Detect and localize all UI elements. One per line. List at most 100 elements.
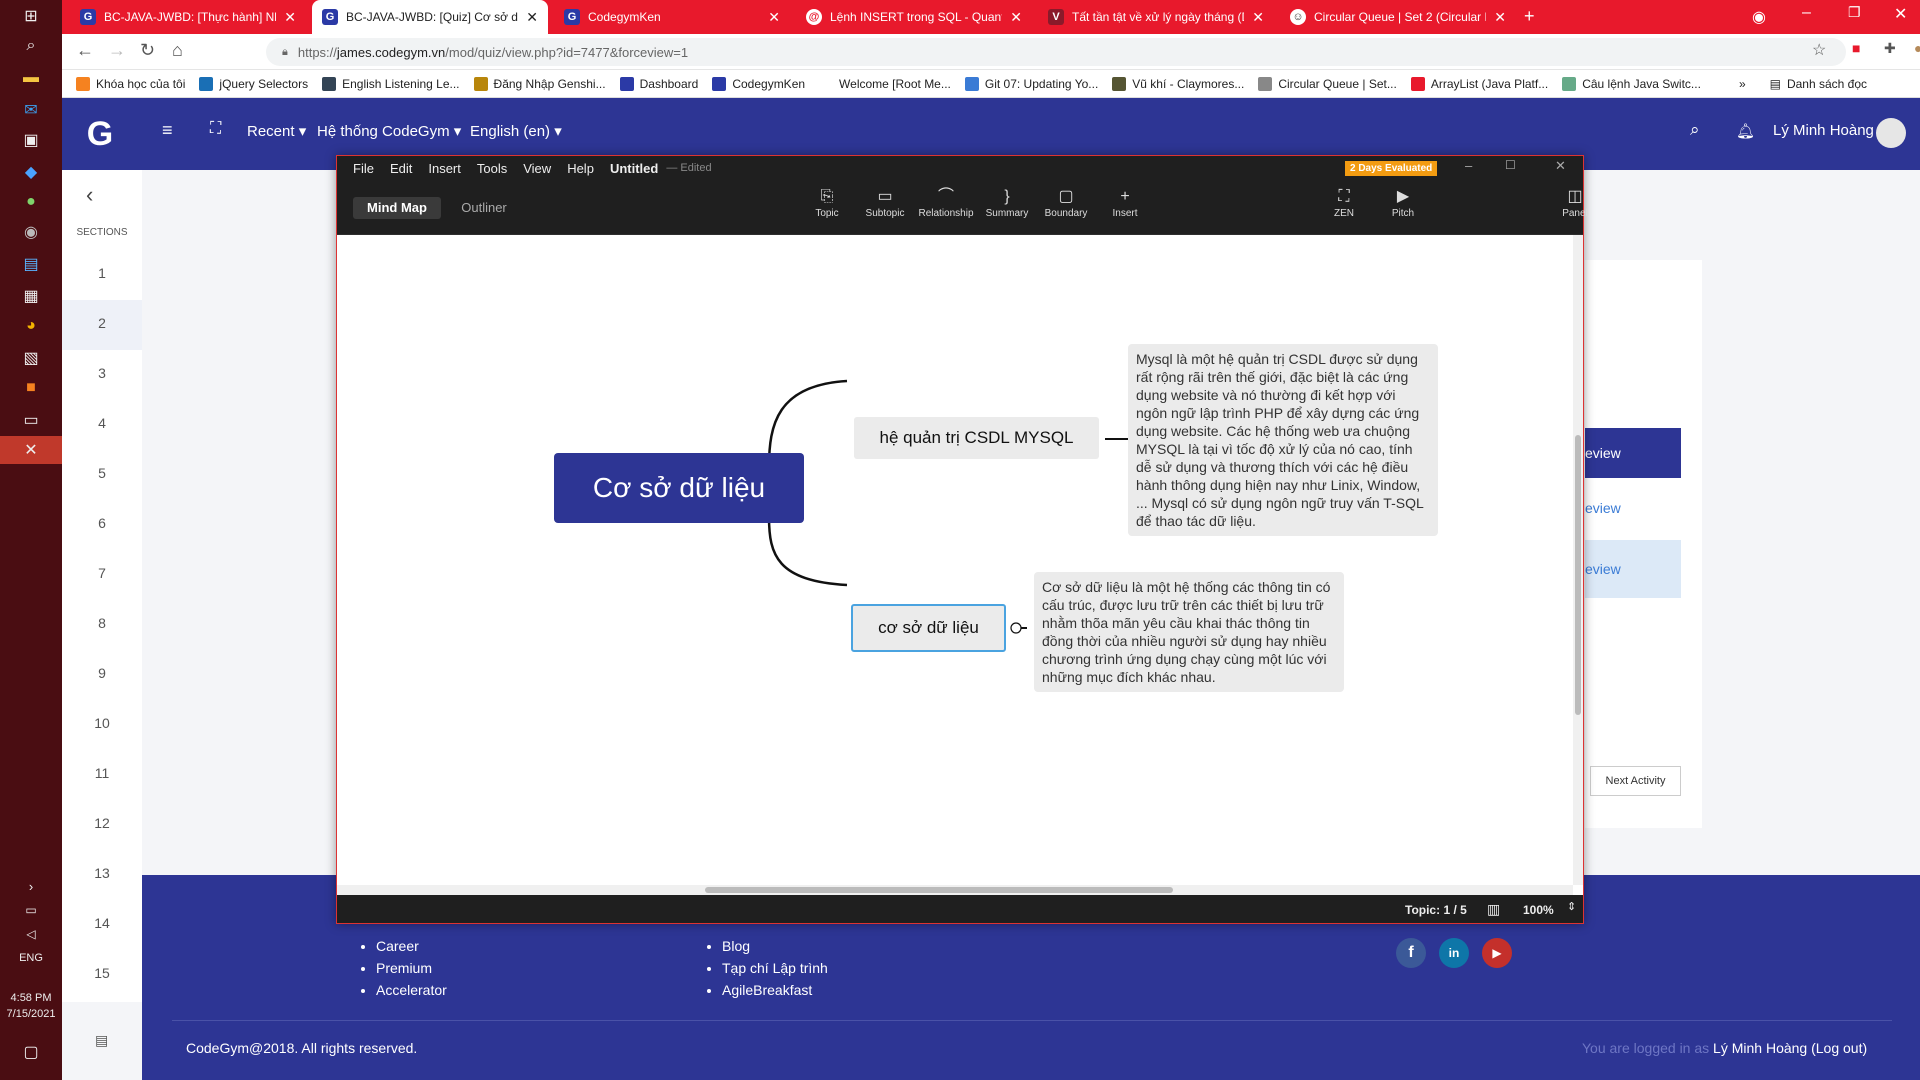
bookmark-item[interactable]: CodegymKen	[712, 76, 805, 91]
section-link[interactable]: 13	[62, 865, 142, 881]
central-topic[interactable]: Cơ sở dữ liệu	[554, 453, 804, 523]
clock-date[interactable]: 7/15/2021	[0, 1008, 62, 1020]
collapse-toggle[interactable]	[1010, 622, 1022, 634]
menu-help[interactable]: Help	[567, 161, 594, 176]
horizontal-scrollbar[interactable]	[337, 885, 1573, 895]
footer-link[interactable]: Career	[376, 935, 447, 957]
menu-tools[interactable]: Tools	[477, 161, 507, 176]
chrome-icon[interactable]: ◕	[19, 314, 43, 338]
minimize-browser-icon[interactable]: –	[1802, 4, 1811, 22]
tab-mind-map[interactable]: Mind Map	[353, 197, 441, 219]
reading-list[interactable]: ▤ Danh sách đọc	[1770, 77, 1867, 91]
app-green-icon[interactable]: ●	[19, 190, 43, 214]
bookmark-item[interactable]: jQuery Selectors	[199, 76, 308, 91]
bookmark-star-icon[interactable]: ☆	[1812, 40, 1826, 60]
bookmark-item[interactable]: Circular Queue | Set...	[1258, 76, 1397, 91]
menu-insert[interactable]: Insert	[428, 161, 461, 176]
review-item-active[interactable]: eview	[1585, 428, 1681, 478]
linkedin-icon[interactable]: in	[1439, 938, 1469, 968]
section-link[interactable]: 12	[62, 815, 142, 831]
new-tab-button[interactable]: +	[1524, 6, 1535, 27]
hamburger-icon[interactable]: ≡	[162, 120, 173, 141]
search-icon[interactable]: ⌕	[19, 34, 43, 58]
bookmark-item[interactable]: English Listening Le...	[322, 76, 460, 91]
close-browser-icon[interactable]: ✕	[1894, 4, 1907, 24]
close-window-icon[interactable]: ✕	[1555, 158, 1566, 174]
logout-link[interactable]: (Log out)	[1811, 1040, 1867, 1056]
mail-icon[interactable]: ✉	[19, 98, 43, 122]
browser-tab[interactable]: G BC-JAVA-JWBD: [Thực hành] Nhậ ✕	[70, 0, 306, 34]
home-icon[interactable]: ⌂	[172, 40, 183, 61]
avatar[interactable]	[1876, 118, 1906, 148]
vscode-icon[interactable]: ◆	[19, 160, 43, 184]
chevron-up-icon[interactable]: ›	[19, 874, 43, 898]
review-link[interactable]: eview	[1585, 500, 1681, 520]
summary-button[interactable]: } Summary	[975, 186, 1039, 219]
section-link[interactable]: 3	[62, 365, 142, 381]
codegym-system-menu[interactable]: Hệ thống CodeGym ▾	[317, 122, 461, 140]
minimize-icon[interactable]: –	[1465, 158, 1472, 173]
section-link[interactable]: 10	[62, 715, 142, 731]
section-link[interactable]: 4	[62, 415, 142, 431]
book-icon[interactable]: ▥	[1487, 901, 1500, 918]
fullscreen-icon[interactable]: ⛶	[210, 120, 221, 138]
app-circle-icon[interactable]: ◉	[19, 220, 43, 244]
clock-time[interactable]: 4:58 PM	[0, 992, 62, 1004]
note-database[interactable]: Cơ sở dữ liệu là một hệ thống các thông …	[1034, 572, 1344, 692]
panel-button[interactable]: ◫ Panel	[1543, 186, 1607, 219]
archive-icon[interactable]: ▤	[95, 1032, 108, 1049]
topic-database-selected[interactable]: cơ sở dữ liệu	[851, 604, 1006, 652]
relationship-button[interactable]: ⌒ Relationship	[914, 186, 978, 219]
topic-button[interactable]: ⎘ Topic	[795, 186, 859, 219]
logged-in-user-link[interactable]: Lý Minh Hoàng	[1713, 1040, 1807, 1056]
bookmark-item[interactable]: Khóa học của tôi	[76, 76, 185, 91]
section-link[interactable]: 5	[62, 465, 142, 481]
bookmark-item[interactable]: Git 07: Updating Yo...	[964, 76, 1098, 91]
back-icon[interactable]: ←	[76, 40, 94, 61]
url-field[interactable]: 🔒︎ https://james.codegym.vn/mod/quiz/vie…	[266, 38, 1846, 66]
section-link[interactable]: 14	[62, 915, 142, 931]
battery-icon[interactable]: ▭	[19, 898, 43, 922]
section-link[interactable]: 1	[62, 265, 142, 281]
close-tab-icon[interactable]: ✕	[284, 9, 296, 26]
bookmarks-overflow[interactable]: »	[1739, 77, 1746, 91]
restore-browser-icon[interactable]: ❐	[1848, 4, 1861, 21]
footer-link[interactable]: Accelerator	[376, 979, 447, 1001]
section-link[interactable]: 9	[62, 665, 142, 681]
app-image-icon[interactable]: ▧	[19, 346, 43, 370]
horizontal-scroll-thumb[interactable]	[705, 887, 1173, 893]
bookmark-item[interactable]: Vũ khí - Claymores...	[1112, 76, 1244, 91]
section-link[interactable]: 2	[62, 315, 142, 331]
search-icon[interactable]: ⌕	[1690, 120, 1700, 140]
mind-map-canvas[interactable]: Cơ sở dữ liệu hệ quản trị CSDL MYSQL cơ …	[337, 235, 1573, 885]
zen-button[interactable]: ⛶ ZEN	[1312, 186, 1376, 219]
pitch-button[interactable]: ▶ Pitch	[1371, 186, 1435, 219]
intellij-icon[interactable]: ▦	[19, 284, 43, 308]
file-explorer-icon[interactable]: ▬	[19, 66, 43, 90]
bookmark-item[interactable]: Dashboard	[619, 76, 698, 91]
windows-start-icon[interactable]: ⊞	[19, 4, 43, 28]
footer-link[interactable]: Blog	[722, 935, 828, 957]
section-link[interactable]: 8	[62, 615, 142, 631]
browser-tab[interactable]: @ Lệnh INSERT trong SQL - Quantr ✕	[796, 0, 1032, 34]
user-name[interactable]: Lý Minh Hoàng	[1773, 122, 1874, 139]
browser-tab[interactable]: V Tất tần tật về xử lý ngày tháng (D ✕	[1038, 0, 1274, 34]
topic-mysql[interactable]: hệ quản trị CSDL MYSQL	[854, 417, 1099, 459]
collapse-chevron-icon[interactable]: ‹	[86, 182, 93, 208]
bookmark-item[interactable]: Đăng Nhập Genshi...	[473, 76, 606, 91]
speaker-icon[interactable]: ◁	[19, 922, 43, 946]
app-orange-icon[interactable]: ■	[19, 376, 43, 400]
app-blue-icon[interactable]: ▤	[19, 252, 43, 276]
bookmark-item[interactable]: Câu lệnh Java Switc...	[1562, 76, 1701, 91]
note-mysql[interactable]: Mysql là một hệ quản trị CSDL được sử dụ…	[1128, 344, 1438, 536]
section-link[interactable]: 11	[62, 765, 142, 781]
reload-icon[interactable]: ↻	[140, 40, 155, 61]
facebook-icon[interactable]: f	[1396, 938, 1426, 968]
footer-link[interactable]: AgileBreakfast	[722, 979, 828, 1001]
insert-button[interactable]: + Insert	[1093, 186, 1157, 219]
close-tab-icon[interactable]: ✕	[526, 9, 538, 26]
bookmark-item[interactable]: Welcome [Root Me...	[819, 76, 951, 91]
language-menu[interactable]: English (en) ▾	[470, 122, 562, 140]
review-item-highlight[interactable]: eview	[1585, 540, 1681, 598]
app-icon[interactable]: ▣	[19, 128, 43, 152]
